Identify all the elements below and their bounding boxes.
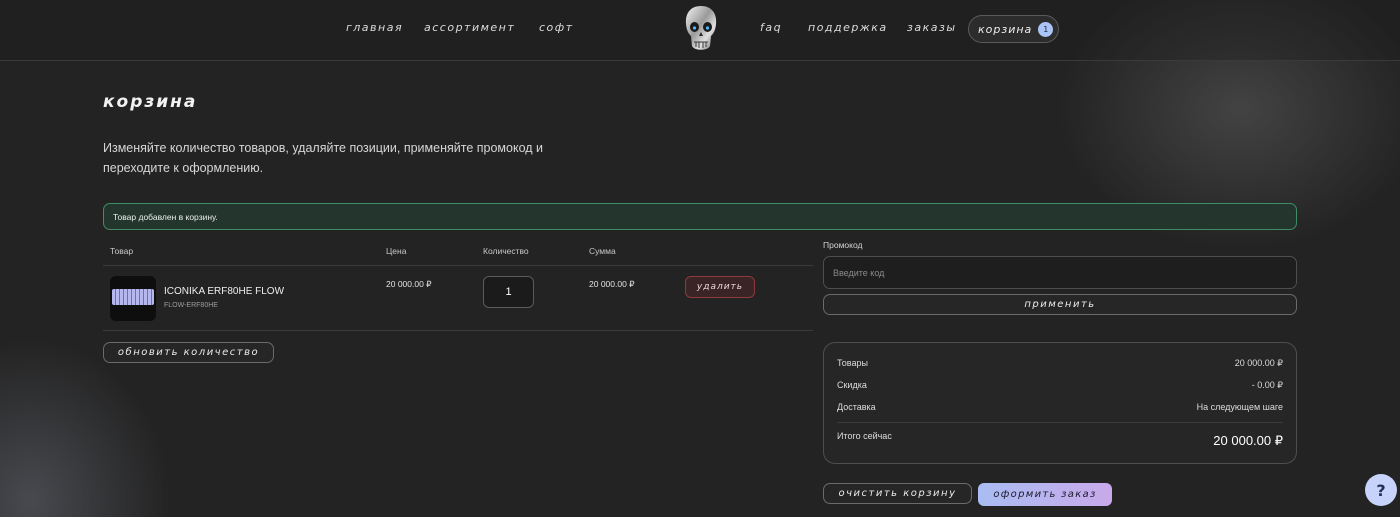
apply-promo-button[interactable]: применить [823,294,1297,315]
nav-link-assortment[interactable]: ассортимент [424,21,515,34]
column-header-quantity: Количество [483,246,529,256]
product-price: 20 000.00 ₽ [386,279,432,289]
summary-discount-row: Скидка - 0.00 ₽ [837,380,1283,391]
nav-link-support[interactable]: поддержка [808,21,888,34]
summary-items-row: Товары 20 000.00 ₽ [837,358,1283,369]
summary-discount-value: - 0.00 ₽ [1251,380,1283,390]
summary-delivery-row: Доставка На следующем шаге [837,402,1283,412]
table-header-divider [103,265,813,266]
cart-count-badge: 1 [1038,21,1054,37]
clear-cart-button[interactable]: очистить корзину [823,483,972,504]
summary-delivery-label: Доставка [837,402,876,412]
help-button[interactable]: ? [1365,474,1397,506]
skull-logo-icon[interactable] [683,4,719,54]
summary-total-row: Итого сейчас 20 000.00 ₽ [837,431,1283,449]
update-quantity-button[interactable]: обновить количество [103,342,274,363]
summary-items-label: Товары [837,358,868,368]
summary-delivery-value: На следующем шаге [1196,402,1283,412]
nav-link-faq[interactable]: faq [760,21,782,34]
order-summary-card: Товары 20 000.00 ₽ Скидка - 0.00 ₽ Доста… [823,342,1297,464]
delete-item-button[interactable]: удалить [685,276,755,298]
column-header-sum: Сумма [589,246,616,256]
nav-link-soft[interactable]: софт [539,21,574,34]
promo-label: Промокод [823,240,863,250]
product-sku: FLOW-ERF80HE [164,302,218,309]
nav-link-orders[interactable]: заказы [907,21,957,34]
product-thumbnail[interactable] [110,276,156,321]
table-row-divider [103,330,813,331]
nav-cart-label: корзина [978,22,1033,36]
site-header: главная ассортимент софт faq поддержка з… [0,0,1400,61]
product-sum: 20 000.00 ₽ [589,279,635,289]
page-title: корзина [103,92,198,112]
checkout-button[interactable]: оформить заказ [978,483,1112,506]
summary-divider [837,422,1283,423]
column-header-product: Товар [110,246,134,256]
quantity-input[interactable] [483,276,534,308]
success-alert-text: Товар добавлен в корзину. [113,212,218,222]
product-name[interactable]: ICONIKA ERF80HE FLOW [164,286,284,297]
nav-link-home[interactable]: главная [346,21,403,34]
question-mark-icon: ? [1376,480,1386,500]
promo-code-input[interactable] [823,256,1297,289]
success-alert: Товар добавлен в корзину. [103,203,1297,230]
keyboard-image [112,289,154,305]
column-header-price: Цена [386,246,407,256]
page-subtitle: Изменяйте количество товаров, удаляйте п… [103,141,543,175]
summary-total-value: 20 000.00 ₽ [1213,433,1283,448]
summary-total-label: Итого сейчас [837,431,892,441]
summary-items-value: 20 000.00 ₽ [1234,358,1283,368]
nav-cart-button[interactable]: корзина 1 [968,15,1059,43]
summary-discount-label: Скидка [837,380,867,390]
